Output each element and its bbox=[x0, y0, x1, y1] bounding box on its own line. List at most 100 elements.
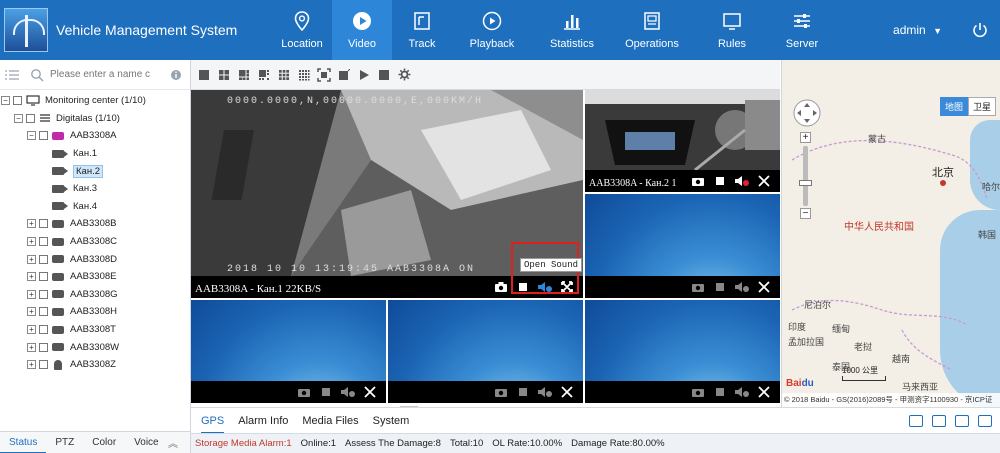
tree-checkbox[interactable] bbox=[39, 272, 48, 282]
tree-vehicle[interactable]: + AAB3308B bbox=[0, 215, 190, 233]
sound-muted-icon[interactable] bbox=[732, 173, 752, 189]
stop-video-icon[interactable] bbox=[316, 384, 336, 400]
tab-media-files[interactable]: Media Files bbox=[302, 408, 358, 434]
layout-16-icon[interactable] bbox=[295, 66, 313, 84]
nav-video[interactable]: Video bbox=[332, 0, 392, 60]
expand-toggle[interactable]: + bbox=[27, 219, 36, 229]
tree-channel[interactable]: Кан.3 bbox=[0, 180, 190, 198]
stop-video-icon[interactable] bbox=[513, 384, 533, 400]
nav-statistics[interactable]: Statistics bbox=[532, 0, 612, 60]
list-icon[interactable] bbox=[4, 69, 20, 81]
video-window-4[interactable] bbox=[191, 300, 386, 403]
locate-icon[interactable] bbox=[909, 414, 923, 427]
tab-alarm-info[interactable]: Alarm Info bbox=[238, 408, 288, 434]
video-window-6[interactable] bbox=[585, 300, 780, 403]
play-all-icon[interactable] bbox=[355, 66, 373, 84]
sound-muted-icon[interactable] bbox=[535, 384, 555, 400]
double-chevron-up-icon[interactable]: ︽ bbox=[168, 435, 178, 450]
tree-checkbox[interactable] bbox=[39, 219, 48, 229]
power-button[interactable] bbox=[960, 0, 1000, 60]
tree-checkbox[interactable] bbox=[39, 237, 48, 247]
expand-toggle[interactable]: + bbox=[27, 272, 36, 282]
tab-color[interactable]: Color bbox=[83, 432, 125, 453]
tree-vehicle[interactable]: + AAB3308T bbox=[0, 321, 190, 339]
layout-4-icon[interactable] bbox=[215, 66, 233, 84]
tree-vehicle[interactable]: + AAB3308W bbox=[0, 338, 190, 356]
video-window-5[interactable] bbox=[388, 300, 583, 403]
expand-toggle[interactable]: + bbox=[27, 342, 36, 352]
tree-vehicle[interactable]: + AAB3308G bbox=[0, 286, 190, 304]
snapshot-camera-icon[interactable] bbox=[491, 384, 511, 400]
nav-server[interactable]: Server bbox=[772, 0, 832, 60]
info-icon[interactable] bbox=[170, 69, 182, 81]
tree-checkbox[interactable] bbox=[13, 96, 22, 106]
nav-operations[interactable]: Operations bbox=[612, 0, 692, 60]
nav-track[interactable]: Track bbox=[392, 0, 452, 60]
status-storage-alarm[interactable]: Storage Media Alarm:1 bbox=[195, 438, 292, 449]
tab-status[interactable]: Status bbox=[0, 432, 47, 453]
stop-video-icon[interactable] bbox=[710, 279, 730, 295]
expand-icon[interactable] bbox=[557, 384, 577, 400]
expand-icon[interactable] bbox=[754, 279, 774, 295]
tree-channel[interactable]: Кан.4 bbox=[0, 198, 190, 216]
tree-checkbox[interactable] bbox=[39, 325, 48, 335]
expand-toggle[interactable]: + bbox=[27, 325, 36, 335]
expand-toggle[interactable]: + bbox=[27, 289, 36, 299]
zoom-in-button[interactable]: + bbox=[800, 132, 811, 143]
collapse-toggle[interactable]: − bbox=[14, 113, 23, 123]
map-type-satellite[interactable]: 卫星 bbox=[967, 97, 996, 116]
sound-muted-icon[interactable] bbox=[338, 384, 358, 400]
tab-voice[interactable]: Voice bbox=[125, 432, 167, 453]
layout-1-icon[interactable] bbox=[195, 66, 213, 84]
layout-9-icon[interactable] bbox=[275, 66, 293, 84]
map-type-map[interactable]: 地图 bbox=[939, 97, 968, 116]
tab-ptz[interactable]: PTZ bbox=[46, 432, 83, 453]
nav-rules[interactable]: Rules bbox=[692, 0, 772, 60]
stop-all-icon[interactable] bbox=[375, 66, 393, 84]
zoom-out-button[interactable]: − bbox=[800, 208, 811, 219]
map-panel[interactable]: + − 地图 卫星 蒙古 北京 中华人民共和国 哈尔 韩国 尼泊尔 印度 孟加拉… bbox=[781, 60, 1000, 407]
snapshot-camera-icon[interactable] bbox=[688, 279, 708, 295]
layout-6-icon[interactable] bbox=[235, 66, 253, 84]
expand-toggle[interactable]: + bbox=[27, 307, 36, 317]
tree-checkbox[interactable] bbox=[39, 254, 48, 264]
tab-gps[interactable]: GPS bbox=[201, 408, 225, 434]
stop-video-icon[interactable] bbox=[710, 173, 730, 189]
video-window-3[interactable] bbox=[585, 194, 780, 298]
record-icon[interactable] bbox=[335, 66, 353, 84]
snapshot-camera-icon[interactable] bbox=[688, 384, 708, 400]
tree-vehicle[interactable]: − AAB3308A bbox=[0, 127, 190, 145]
tree-checkbox[interactable] bbox=[39, 360, 48, 370]
fullscreen-icon[interactable] bbox=[315, 66, 333, 84]
snapshot-camera-icon[interactable] bbox=[688, 173, 708, 189]
tree-checkbox[interactable] bbox=[26, 113, 35, 123]
tree-checkbox[interactable] bbox=[39, 131, 48, 141]
user-menu[interactable]: admin ▼ bbox=[893, 0, 942, 60]
stop-video-icon[interactable] bbox=[710, 384, 730, 400]
expand-toggle[interactable]: + bbox=[27, 360, 36, 370]
expand-toggle[interactable]: + bbox=[27, 254, 36, 264]
tree-vehicle[interactable]: + AAB3308H bbox=[0, 303, 190, 321]
expand-toggle[interactable]: + bbox=[27, 237, 36, 247]
tab-system[interactable]: System bbox=[373, 408, 410, 434]
maximize-panel-icon[interactable] bbox=[978, 414, 992, 427]
nav-playback[interactable]: Playback bbox=[452, 0, 532, 60]
tree-root[interactable]: − Monitoring center (1/10) bbox=[0, 92, 190, 110]
sound-muted-icon[interactable] bbox=[732, 279, 752, 295]
snapshot-camera-icon[interactable] bbox=[294, 384, 314, 400]
tree-vehicle[interactable]: + AAB3308E bbox=[0, 268, 190, 286]
clear-list-icon[interactable] bbox=[932, 414, 946, 427]
expand-icon[interactable] bbox=[754, 173, 774, 189]
layout-8-icon[interactable] bbox=[255, 66, 273, 84]
tree-group[interactable]: − Digitalas (1/10) bbox=[0, 110, 190, 128]
window-restore-icon[interactable] bbox=[955, 414, 969, 427]
search-input[interactable] bbox=[50, 65, 160, 84]
video-window-2[interactable]: AAB3308A - Кан.2 1 bbox=[585, 90, 780, 192]
expand-icon[interactable] bbox=[754, 384, 774, 400]
zoom-slider-handle[interactable] bbox=[799, 180, 812, 186]
zoom-slider[interactable] bbox=[803, 146, 808, 206]
tree-checkbox[interactable] bbox=[39, 289, 48, 299]
tree-checkbox[interactable] bbox=[39, 307, 48, 317]
pan-arrows-icon[interactable] bbox=[792, 98, 822, 128]
tree-channel[interactable]: Кан.1 bbox=[0, 145, 190, 163]
